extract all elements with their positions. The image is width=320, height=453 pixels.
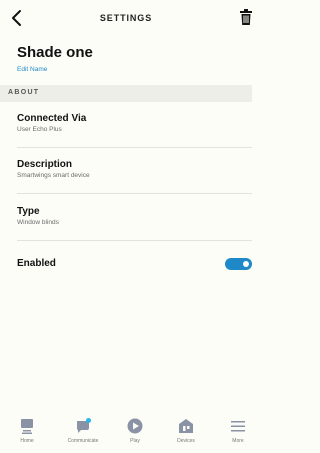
devices-icon — [179, 419, 193, 433]
nav-home[interactable]: Home — [2, 418, 52, 444]
play-icon — [127, 418, 143, 434]
nav-label: Home — [20, 438, 34, 444]
device-name: Shade one — [17, 44, 93, 61]
edit-name-link[interactable]: Edit Name — [17, 66, 47, 73]
chat-icon — [77, 418, 91, 433]
divider — [17, 240, 252, 241]
enabled-label: Enabled — [17, 258, 56, 269]
nav-communicate[interactable]: Communicate — [58, 418, 108, 444]
nav-label: Communicate — [67, 438, 99, 444]
connected-via-row[interactable]: Connected Via User Echo Plus — [17, 113, 252, 133]
nav-play[interactable]: Play — [110, 418, 160, 444]
section-title: ABOUT — [8, 89, 40, 96]
divider — [17, 147, 252, 148]
nav-label: Devices — [177, 438, 195, 444]
description-row[interactable]: Description Smartwings smart device — [17, 159, 252, 179]
top-bar: SETTINGS — [0, 0, 252, 36]
row-label: Description — [17, 159, 73, 170]
row-value: Window blinds — [17, 219, 59, 226]
enabled-row: Enabled — [17, 258, 252, 269]
page-title: SETTINGS — [99, 13, 153, 23]
enabled-toggle[interactable] — [225, 258, 252, 270]
home-icon — [21, 419, 33, 434]
bottom-nav: Home Communicate Play Devices More — [0, 418, 252, 453]
menu-icon — [231, 421, 245, 432]
section-header-about: ABOUT — [0, 85, 252, 102]
row-value: Smartwings smart device — [17, 172, 90, 179]
nav-label: More — [232, 438, 244, 444]
nav-devices[interactable]: Devices — [161, 418, 211, 444]
toggle-knob — [243, 261, 249, 267]
trash-icon[interactable] — [240, 9, 252, 25]
divider — [17, 193, 252, 194]
row-label: Connected Via — [17, 113, 87, 124]
nav-more[interactable]: More — [213, 418, 263, 444]
type-row[interactable]: Type Window blinds — [17, 206, 252, 226]
row-label: Type — [17, 206, 40, 217]
nav-label: Play — [130, 438, 140, 444]
row-value: User Echo Plus — [17, 126, 62, 133]
